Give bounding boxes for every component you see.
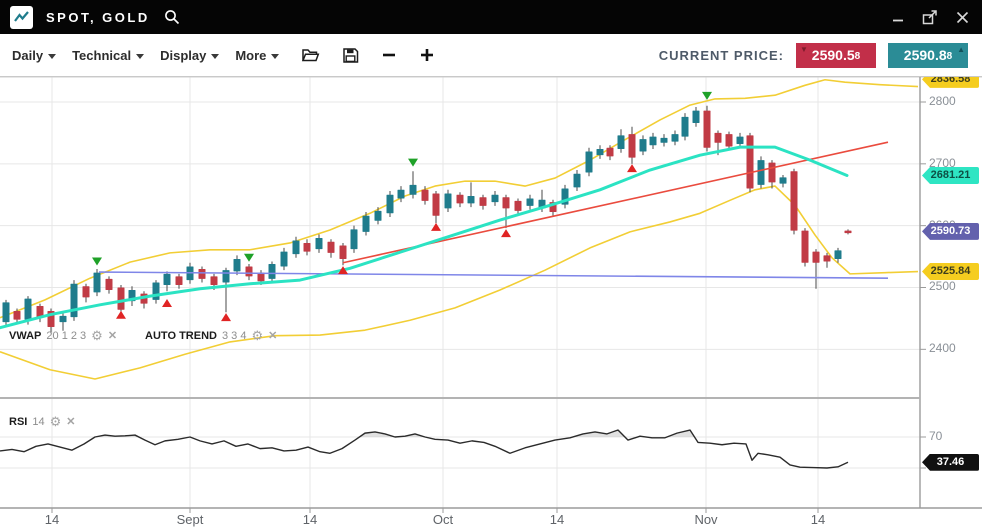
ask-price: 2590.8 bbox=[904, 47, 947, 63]
rsi-value-badge: 37.46 bbox=[922, 454, 979, 471]
window-title: SPOT, GOLD bbox=[46, 10, 150, 25]
time-axis-tick: 14 bbox=[288, 512, 332, 527]
time-axis-tick: Oct bbox=[421, 512, 465, 527]
auto-trend-settings-icon[interactable]: ⚙ bbox=[251, 330, 263, 341]
arrow-down-icon: ▼ bbox=[800, 46, 808, 54]
minimize-button[interactable] bbox=[886, 5, 910, 29]
rsi-axis-tick: 70 bbox=[929, 429, 942, 443]
auto-trend-label: AUTO TREND bbox=[145, 330, 217, 342]
ask-pip: 8 bbox=[947, 51, 953, 62]
menu-technical-label: Technical bbox=[72, 48, 131, 63]
toolbar: Daily Technical Display More CURRENT bbox=[0, 34, 982, 77]
title-bar: SPOT, GOLD bbox=[0, 0, 982, 34]
menu-timeframe-label: Daily bbox=[12, 48, 43, 63]
auto-trend-remove-icon[interactable]: ✕ bbox=[268, 329, 277, 342]
price-badge: 2590.73 bbox=[922, 223, 979, 240]
time-axis-tick: 14 bbox=[30, 512, 74, 527]
vwap-params: 20 1 2 3 bbox=[46, 330, 86, 342]
folder-open-icon[interactable] bbox=[301, 47, 320, 64]
menu-display[interactable]: Display bbox=[160, 48, 219, 63]
indicator-legend-main: VWAP 20 1 2 3 ⚙ ✕ AUTO TREND 3 3 4 ⚙ ✕ bbox=[9, 329, 277, 342]
chevron-down-icon bbox=[48, 54, 56, 59]
menu-technical[interactable]: Technical bbox=[72, 48, 144, 63]
indicator-legend-rsi: RSI 14 ⚙ ✕ bbox=[9, 415, 75, 428]
current-price-label: CURRENT PRICE: bbox=[659, 48, 784, 63]
menu-more[interactable]: More bbox=[235, 48, 279, 63]
time-axis-tick: Nov bbox=[684, 512, 728, 527]
menu-timeframe[interactable]: Daily bbox=[12, 48, 56, 63]
price-badge: 2681.21 bbox=[922, 167, 979, 184]
price-axis-tick: 2400 bbox=[929, 341, 956, 355]
chevron-down-icon bbox=[271, 54, 279, 59]
price-axis-tick: 2800 bbox=[929, 94, 956, 108]
rsi-params: 14 bbox=[32, 416, 44, 428]
rsi-label: RSI bbox=[9, 416, 27, 428]
price-axis-tick: 2500 bbox=[929, 279, 956, 293]
menu-more-label: More bbox=[235, 48, 266, 63]
bid-pip: 8 bbox=[855, 51, 861, 62]
vwap-remove-icon[interactable]: ✕ bbox=[108, 329, 117, 342]
time-axis-tick: 14 bbox=[535, 512, 579, 527]
rsi-settings-icon[interactable]: ⚙ bbox=[50, 416, 62, 427]
price-chart[interactable] bbox=[0, 0, 982, 527]
search-icon[interactable] bbox=[164, 9, 180, 25]
save-icon[interactable] bbox=[342, 47, 359, 64]
chevron-down-icon bbox=[211, 54, 219, 59]
chevron-down-icon bbox=[136, 54, 144, 59]
time-axis-tick: Sept bbox=[168, 512, 212, 527]
vwap-label: VWAP bbox=[9, 330, 41, 342]
time-axis-tick: 14 bbox=[796, 512, 840, 527]
price-badge: 2525.84 bbox=[922, 263, 979, 280]
bid-price-badge: ▼ 2590.58 bbox=[796, 43, 876, 68]
vwap-settings-icon[interactable]: ⚙ bbox=[91, 330, 103, 341]
app-logo-icon bbox=[10, 6, 33, 29]
auto-trend-params: 3 3 4 bbox=[222, 330, 246, 342]
rsi-remove-icon[interactable]: ✕ bbox=[66, 415, 75, 428]
popout-button[interactable] bbox=[918, 5, 942, 29]
zoom-out-icon[interactable] bbox=[381, 47, 397, 63]
zoom-in-icon[interactable] bbox=[419, 47, 435, 63]
menu-display-label: Display bbox=[160, 48, 206, 63]
close-button[interactable] bbox=[950, 5, 974, 29]
arrow-up-icon: ▲ bbox=[957, 46, 965, 54]
bid-price: 2590.5 bbox=[812, 47, 855, 63]
ask-price-badge: 2590.88 ▲ bbox=[888, 43, 968, 68]
